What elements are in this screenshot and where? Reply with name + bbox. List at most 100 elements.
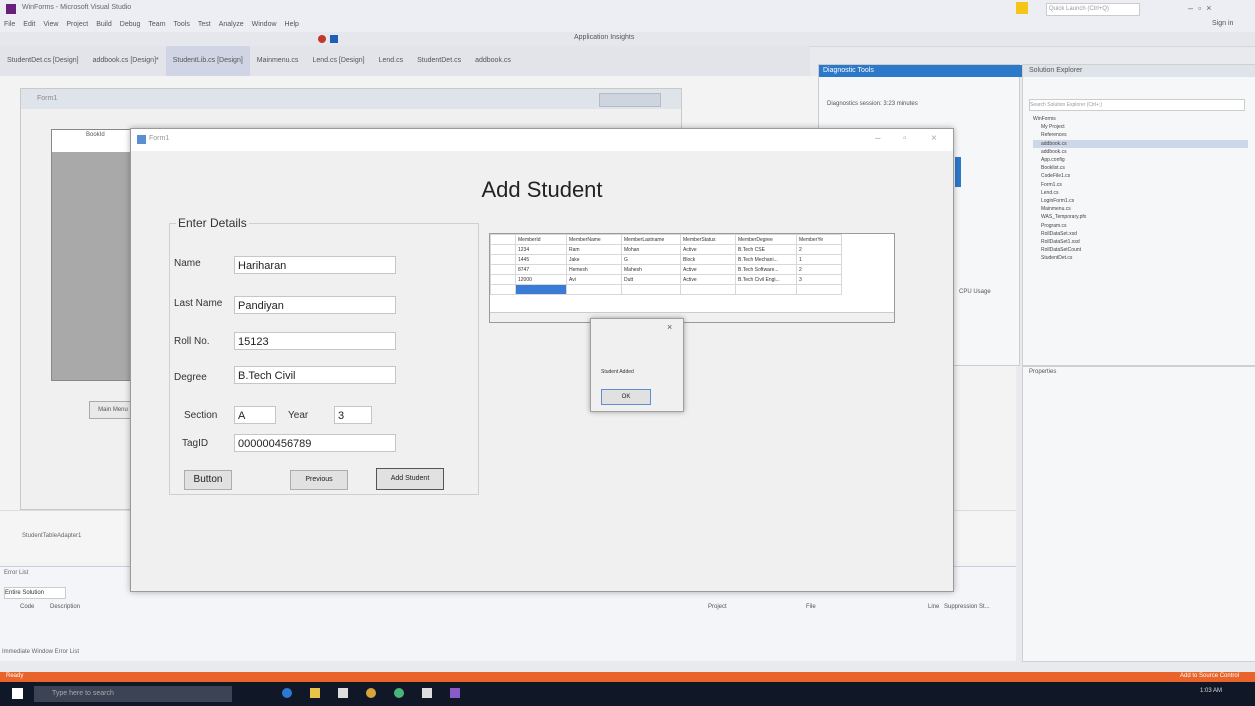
row-header[interactable] <box>490 284 516 295</box>
clock[interactable]: 1:03 AM <box>1200 688 1222 694</box>
cell[interactable]: Block <box>680 254 736 265</box>
cell[interactable]: B.Tech CSE <box>735 244 797 255</box>
tab-lend[interactable]: Lend.cs <box>372 46 411 76</box>
col-file[interactable]: File <box>806 604 816 610</box>
solexp-item[interactable]: Program.cs <box>1033 222 1248 230</box>
cell[interactable]: 12000 <box>515 274 567 285</box>
tab-lend-design[interactable]: Lend.cs [Design] <box>305 46 371 76</box>
col-memberlastname[interactable]: MemberLastname <box>621 234 681 245</box>
file-explorer-icon[interactable] <box>310 688 320 698</box>
table-row[interactable]: 12000 Avi Dutt Active B.Tech Civil Engi.… <box>490 274 842 285</box>
previous-button[interactable]: Previous <box>290 470 348 490</box>
lastname-field[interactable]: Pandiyan <box>234 296 396 314</box>
year-field[interactable]: 3 <box>334 406 372 424</box>
chrome-icon[interactable] <box>366 688 376 698</box>
table-row[interactable]: 1445 Jake G Block B.Tech Mechani... 1 <box>490 254 842 265</box>
roll-field[interactable]: 15123 <box>234 332 396 350</box>
cell[interactable]: Jake <box>566 254 622 265</box>
students-datagrid[interactable]: MemberId MemberName MemberLastname Membe… <box>489 233 895 323</box>
menu-project[interactable]: Project <box>62 18 92 32</box>
degree-field[interactable]: B.Tech Civil <box>234 366 396 384</box>
tab-addbook[interactable]: addbook.cs <box>468 46 518 76</box>
cell[interactable] <box>566 284 622 295</box>
solexp-item[interactable]: Form1.cs <box>1033 181 1248 189</box>
solexp-item[interactable]: App.config <box>1033 156 1248 164</box>
cell[interactable]: Mohan <box>621 244 681 255</box>
bottom-tabs[interactable]: Immediate Window Error List <box>2 649 79 655</box>
mail-icon[interactable] <box>422 688 432 698</box>
cell[interactable]: Avi <box>566 274 622 285</box>
minimize-icon[interactable]: – <box>875 133 881 144</box>
cell[interactable]: 1445 <box>515 254 567 265</box>
solexp-item[interactable]: addbook.cs <box>1033 139 1248 148</box>
breakpoint-icon[interactable] <box>318 35 326 43</box>
section-field[interactable]: A <box>234 406 276 424</box>
taskbar-search[interactable]: Type here to search <box>34 686 232 702</box>
row-header[interactable] <box>490 274 516 285</box>
cell[interactable]: 1234 <box>515 244 567 255</box>
quick-launch-input[interactable]: Quick Launch (Ctrl+Q) <box>1046 3 1140 16</box>
cell[interactable]: 1 <box>796 254 842 265</box>
tab-addbook-design[interactable]: addbook.cs [Design]* <box>86 46 166 76</box>
row-header[interactable] <box>490 244 516 255</box>
solexp-item[interactable]: References <box>1033 131 1248 139</box>
cell[interactable]: Active <box>680 244 736 255</box>
solexp-item[interactable]: RollDataSet.xsd <box>1033 230 1248 238</box>
col-project[interactable]: Project <box>708 604 727 610</box>
cell[interactable]: 8747 <box>515 264 567 275</box>
window-controls[interactable]: – ▫ × <box>1188 3 1211 13</box>
tab-studentdet-design[interactable]: StudentDet.cs [Design] <box>0 46 86 76</box>
cell[interactable]: 3 <box>796 274 842 285</box>
col-memberyear[interactable]: MemberYe <box>796 234 842 245</box>
source-control-button[interactable]: Add to Source Control <box>1180 673 1239 679</box>
close-icon[interactable]: × <box>931 133 937 144</box>
menu-build[interactable]: Build <box>92 18 116 32</box>
cell[interactable]: Active <box>680 274 736 285</box>
solexp-item[interactable]: My Project <box>1033 123 1248 131</box>
store-icon[interactable] <box>338 688 348 698</box>
solexp-item[interactable]: StudentDet.cs <box>1033 254 1248 262</box>
col-memberid[interactable]: MemberId <box>515 234 567 245</box>
col-membername[interactable]: MemberName <box>566 234 622 245</box>
application-insights-button[interactable]: Application Insights <box>574 34 634 41</box>
design-datagrid[interactable]: BookId <box>51 129 133 381</box>
cell[interactable]: B.Tech Civil Engi... <box>735 274 797 285</box>
grid-horizontal-scrollbar[interactable] <box>490 312 894 322</box>
cell[interactable]: Mahesh <box>621 264 681 275</box>
maximize-icon[interactable]: ▫ <box>903 133 907 144</box>
menu-window[interactable]: Window <box>248 18 281 32</box>
cell[interactable]: Ram <box>566 244 622 255</box>
cell[interactable]: Hemesh <box>566 264 622 275</box>
col-memberdegree[interactable]: MemberDegree <box>735 234 797 245</box>
cell[interactable] <box>680 284 736 295</box>
sign-in-link[interactable]: Sign in <box>1212 20 1233 27</box>
menu-team[interactable]: Team <box>144 18 169 32</box>
solexp-item[interactable]: LoginForm1.cs <box>1033 197 1248 205</box>
tagid-field[interactable]: 000000456789 <box>234 434 396 452</box>
menu-test[interactable]: Test <box>194 18 215 32</box>
solexp-item[interactable]: RollDataSet1.xsd <box>1033 238 1248 246</box>
generic-button[interactable]: Button <box>184 470 232 490</box>
menu-help[interactable]: Help <box>281 18 303 32</box>
row-header[interactable] <box>490 264 516 275</box>
cell[interactable] <box>796 284 842 295</box>
visual-studio-icon[interactable] <box>450 688 460 698</box>
solexp-item[interactable]: CodeFile1.cs <box>1033 172 1248 180</box>
cell[interactable] <box>735 284 797 295</box>
col-description[interactable]: Description <box>50 604 80 610</box>
col-memberstatus[interactable]: MemberStatus <box>680 234 736 245</box>
cell[interactable]: G <box>621 254 681 265</box>
cell[interactable]: B.Tech Mechani... <box>735 254 797 265</box>
stop-icon[interactable] <box>330 35 338 43</box>
cell[interactable]: Dutt <box>621 274 681 285</box>
menu-tools[interactable]: Tools <box>170 18 194 32</box>
cell[interactable]: 2 <box>796 244 842 255</box>
solexp-item[interactable]: Booklist.cs <box>1033 164 1248 172</box>
solexp-item[interactable]: addbook.cs <box>1033 148 1248 156</box>
cell[interactable]: B.Tech Software... <box>735 264 797 275</box>
solexp-search[interactable]: Search Solution Explorer (Ctrl+;) <box>1029 99 1245 111</box>
menu-file[interactable]: File <box>0 18 19 32</box>
tab-studentlib-design[interactable]: StudentLib.cs [Design] <box>165 46 250 76</box>
solexp-item[interactable]: Mainmenu.cs <box>1033 205 1248 213</box>
cell[interactable]: 2 <box>796 264 842 275</box>
